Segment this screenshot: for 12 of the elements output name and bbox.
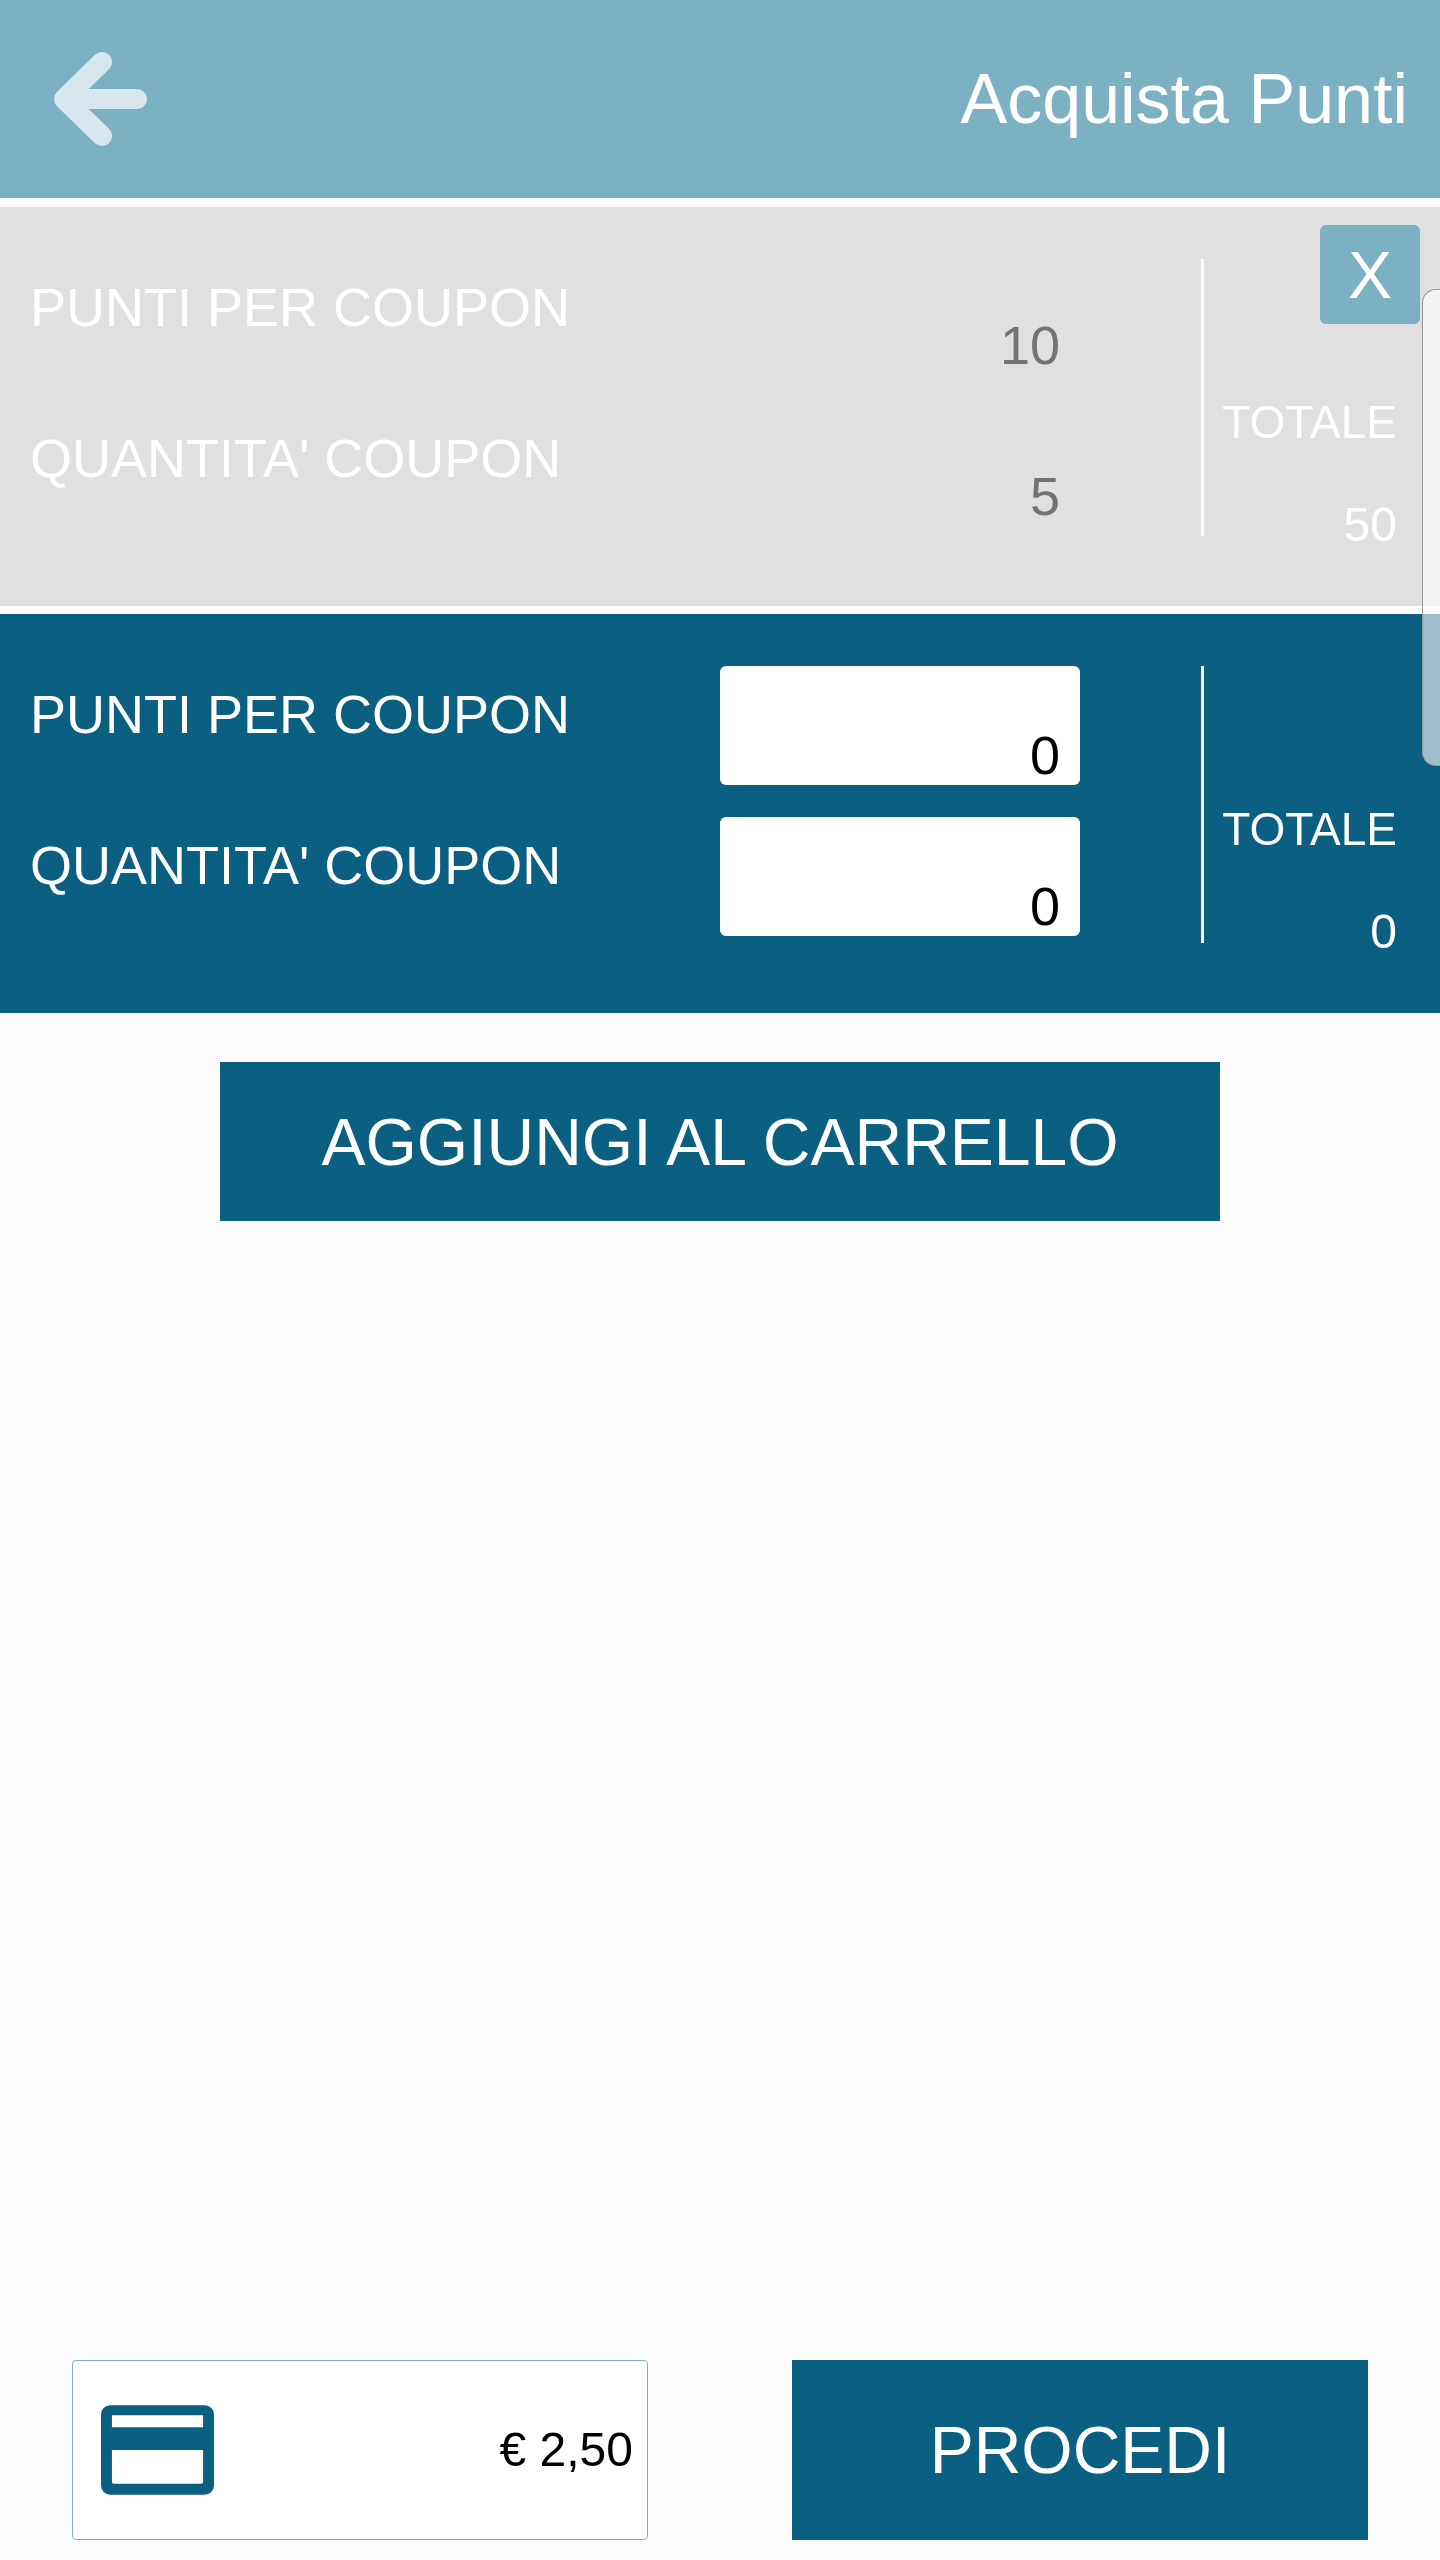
amount-text: € 2,50 — [499, 2426, 633, 2474]
field-label: PUNTI PER COUPON — [30, 687, 572, 741]
number-input[interactable]: 0 — [720, 817, 1080, 936]
add-to-cart-button[interactable]: AGGIUNGI AL CARRELLO — [220, 1062, 1220, 1221]
credit-card-icon — [101, 2405, 214, 2495]
number-input[interactable]: 0 — [720, 666, 1080, 785]
scrollbar-thumb[interactable] — [1422, 289, 1440, 766]
field-value: 10 — [999, 318, 1060, 372]
total-value: 0 — [1370, 908, 1397, 956]
field-value: 5 — [1029, 469, 1060, 523]
proceed-button[interactable]: PROCEDI — [792, 2360, 1368, 2540]
total-label: TOTALE — [1222, 806, 1397, 852]
